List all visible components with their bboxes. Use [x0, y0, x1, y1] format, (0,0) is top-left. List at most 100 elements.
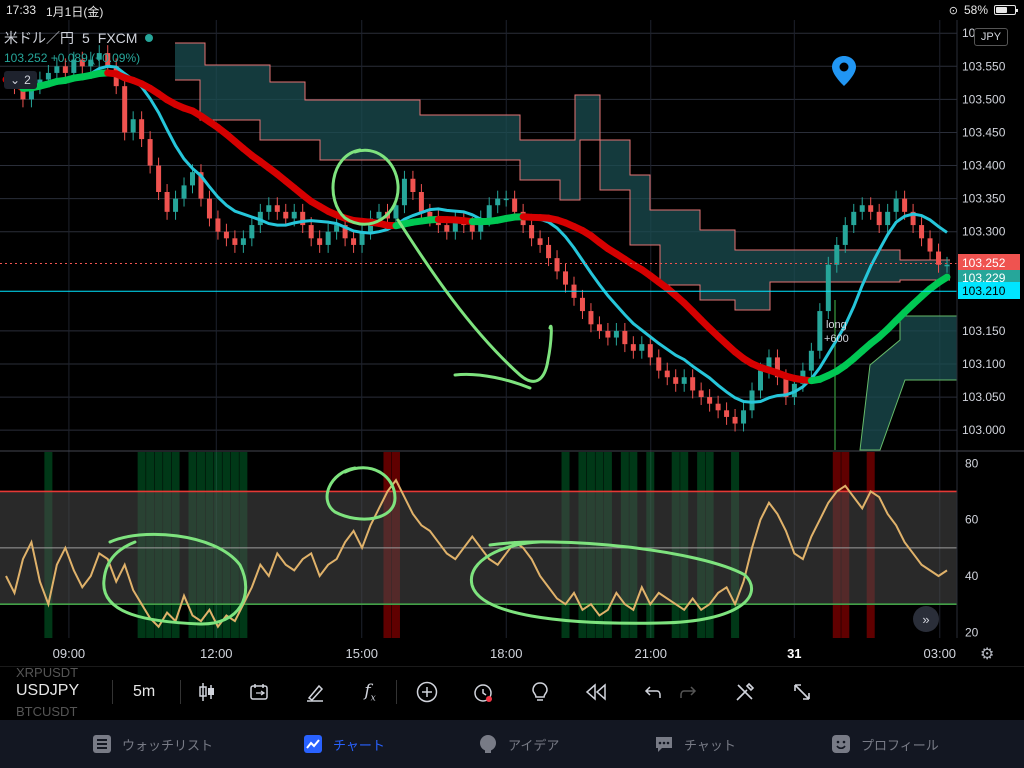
add-icon[interactable]	[413, 678, 441, 706]
interval-selector[interactable]: 5m	[133, 683, 155, 701]
candle-body	[605, 330, 611, 338]
candle-body	[842, 225, 848, 245]
price-tick-label: 103.150	[962, 324, 1006, 338]
nav-label: チャート	[333, 737, 385, 753]
candle-body	[902, 198, 908, 212]
location-pin-icon[interactable]	[831, 55, 857, 92]
candle-body	[927, 238, 933, 252]
chart-canvas[interactable]: 103.600103.550103.500103.450103.400103.3…	[0, 20, 1024, 666]
candle-body	[546, 244, 552, 259]
battery-percent: 58%	[963, 3, 988, 17]
chart-icon	[303, 734, 323, 754]
candle-body	[232, 238, 238, 245]
currency-badge[interactable]: JPY	[974, 28, 1008, 46]
candle-body	[223, 231, 229, 239]
replay-icon[interactable]	[582, 678, 610, 706]
candle-body	[139, 119, 145, 140]
nav-ideas[interactable]: アイデア	[478, 734, 559, 754]
chart-settings-gear-icon[interactable]: ⚙	[980, 644, 994, 664]
candle-body	[647, 344, 653, 358]
candle-body	[715, 403, 721, 411]
candle-body	[529, 225, 535, 239]
price-tick-label: 103.350	[962, 192, 1006, 206]
app-root: 17:33 1月1日(金) ⊙ 58% 103.600103.550103.50…	[0, 0, 1024, 768]
candle-body	[613, 330, 619, 338]
candle-body	[817, 311, 823, 351]
legend-title: 米ドル／円 5 FXCM	[4, 28, 154, 48]
price-tick-label: 103.450	[962, 125, 1006, 139]
alert-icon[interactable]	[469, 678, 497, 706]
candle-body	[664, 370, 670, 378]
time-tick-label: 21:00	[634, 646, 667, 661]
candle-body	[868, 205, 874, 212]
candle-body	[834, 244, 840, 265]
compare-icon[interactable]	[246, 678, 274, 706]
rsi-panel	[0, 478, 957, 629]
status-time: 17:33	[6, 3, 37, 17]
candle-body	[469, 225, 475, 232]
nav-profile[interactable]: プロフィール	[831, 734, 939, 754]
indicator-collapse-button[interactable]: ⌄ 2	[4, 71, 37, 89]
candle-body	[893, 198, 899, 212]
candle-body	[444, 225, 450, 232]
candle-body	[173, 198, 179, 212]
rsi-tick-label: 80	[965, 456, 979, 470]
candle-body	[215, 218, 221, 232]
candle-body	[919, 225, 925, 239]
redo-icon[interactable]	[675, 678, 703, 706]
candle-body	[936, 251, 942, 265]
time-tick-label: 15:00	[345, 646, 378, 661]
symbol-selector[interactable]: USDJPY	[16, 682, 79, 700]
candle-body	[673, 377, 679, 384]
candle-body	[486, 205, 492, 219]
candle-body	[579, 297, 585, 312]
indicator-icon[interactable]: fx	[356, 678, 384, 706]
fullscreen-icon[interactable]	[788, 678, 816, 706]
legend-interval: 5	[82, 30, 90, 46]
candle-body	[334, 225, 340, 232]
candle-body	[724, 410, 730, 417]
candle-body	[563, 271, 569, 285]
undo-icon[interactable]	[638, 678, 666, 706]
legend-source: FXCM	[97, 30, 138, 46]
nav-chat[interactable]: チャット	[654, 734, 736, 754]
chart-legend[interactable]: 米ドル／円 5 FXCM 103.252 +0.089 (+0.09%) ⌄ 2	[4, 28, 154, 89]
double-chevron-right-icon: »	[922, 611, 930, 627]
tools-icon[interactable]	[731, 678, 759, 706]
price-tick-label: 103.100	[962, 357, 1006, 371]
candle-body	[630, 344, 636, 351]
price-tick-label: 103.500	[962, 92, 1006, 106]
time-tick-label: 03:00	[924, 646, 957, 661]
candles-icon[interactable]	[193, 678, 221, 706]
price-tick-label: 103.550	[962, 59, 1006, 73]
symbol-next[interactable]: BTCUSDT	[16, 704, 77, 719]
scroll-to-latest-button[interactable]: »	[913, 606, 939, 632]
candle-body	[732, 416, 738, 424]
trade-annotation: long +600	[824, 318, 849, 346]
candle-body	[418, 192, 424, 212]
candle-body	[851, 211, 857, 226]
symbol-prev[interactable]: XRPUSDT	[16, 665, 78, 680]
trade-value: +600	[824, 333, 849, 345]
price-tick-label: 103.400	[962, 159, 1006, 173]
candle-body	[181, 185, 187, 199]
candle-body	[130, 119, 136, 133]
candle-body	[859, 205, 865, 212]
legend-quote: 103.252 +0.089 (+0.09%)	[4, 51, 141, 65]
candle-body	[249, 225, 255, 239]
candle-body	[656, 357, 662, 371]
draw-icon[interactable]	[301, 678, 329, 706]
status-bar: 17:33 1月1日(金) ⊙ 58%	[0, 0, 1024, 20]
candle-body	[156, 165, 162, 192]
candle-body	[325, 231, 331, 245]
smile-icon	[831, 734, 851, 754]
nav-watchlist[interactable]: ウォッチリスト	[92, 734, 213, 754]
nav-chart[interactable]: チャート	[303, 734, 385, 754]
status-date: 1月1日(金)	[46, 5, 104, 19]
candle-body	[266, 205, 272, 212]
idea-icon[interactable]	[526, 678, 554, 706]
nav-label: チャット	[684, 737, 736, 753]
candle-body	[681, 377, 687, 384]
annotation-circle	[331, 148, 400, 226]
bulb-icon	[478, 734, 498, 754]
